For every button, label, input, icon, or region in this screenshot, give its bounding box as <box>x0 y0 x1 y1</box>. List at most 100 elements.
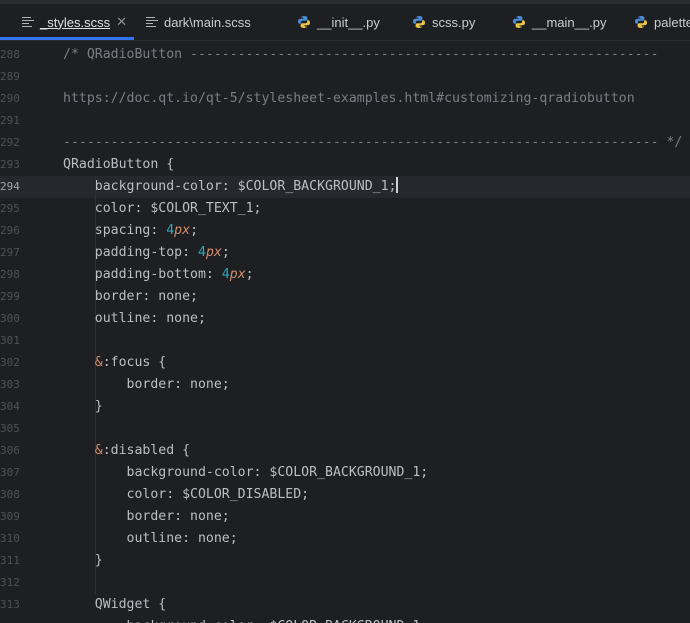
tab-label: scss.py <box>432 14 476 30</box>
python-file-icon <box>412 15 426 29</box>
code-line: &:disabled { <box>63 440 190 462</box>
tab-label: palette. <box>654 14 690 30</box>
code-token: ----------------------------------------… <box>63 135 683 150</box>
code-line: https://doc.qt.io/qt-5/stylesheet-exampl… <box>63 88 635 110</box>
tab-dark-main-scss[interactable]: dark\main.scss <box>134 4 264 40</box>
code-token: & <box>94 443 103 458</box>
code-line: border: none; <box>63 506 230 528</box>
line-number: 309 <box>0 510 20 523</box>
line-number: 305 <box>0 422 20 435</box>
code-token: outline: none; <box>63 531 238 546</box>
line-number: 311 <box>0 554 20 567</box>
code-token: } <box>63 399 103 414</box>
text-caret <box>396 177 398 193</box>
line-number: 313 <box>0 598 20 611</box>
code-token: border: none; <box>63 377 230 392</box>
ide-window: { "tabs": [ {"label": "_styles.scss", "i… <box>0 0 690 623</box>
code-editor[interactable]: 288 289 290 291 292 293 294 295 296 297 298 299 300 3… <box>0 41 690 623</box>
code-token: ; <box>245 267 254 282</box>
code-line-partial: background-color: $COLOR_BACKGROUND_1; <box>63 616 429 623</box>
python-file-icon <box>512 15 526 29</box>
code-token: outline: none; <box>63 311 206 326</box>
line-number: 296 <box>0 224 20 237</box>
code-token: padding-top: <box>63 245 198 260</box>
line-number: 306 <box>0 444 20 457</box>
scss-file-icon <box>146 16 158 28</box>
tab-label: __main__.py <box>532 14 607 30</box>
code-token: 4 <box>197 245 206 260</box>
code-line: } <box>63 550 103 572</box>
code-token: QWidget { <box>63 597 167 612</box>
code-token: } <box>63 553 103 568</box>
line-number: 294 <box>0 180 20 193</box>
code-token: color: $COLOR_DISABLED; <box>63 487 310 502</box>
line-number: 310 <box>0 532 20 545</box>
python-file-icon <box>297 15 311 29</box>
code-line: ----------------------------------------… <box>63 132 682 154</box>
line-number: 298 <box>0 268 20 281</box>
code-line: padding-top: 4px; <box>63 242 230 264</box>
line-number: 304 <box>0 400 20 413</box>
code-token: ; <box>221 245 230 260</box>
line-number: 307 <box>0 466 20 479</box>
code-token: https://doc.qt.io/qt-5/stylesheet-exampl… <box>63 91 635 106</box>
code-line: QRadioButton { <box>63 154 174 176</box>
line-number: 308 <box>0 488 20 501</box>
code-line: QWidget { <box>63 594 166 616</box>
code-token: /* QRadioButton ------------------------… <box>63 47 659 62</box>
line-number: 295 <box>0 202 20 215</box>
code-line: &:focus { <box>63 352 166 374</box>
code-token: background-color: $COLOR_BACKGROUND_1; <box>63 465 429 480</box>
code-token: 4 <box>221 267 230 282</box>
line-number: 300 <box>0 312 20 325</box>
code-line: background-color: $COLOR_BACKGROUND_1; <box>63 462 429 484</box>
code-token: :disabled { <box>102 443 191 458</box>
tab-init-py[interactable]: __init__.py <box>285 4 395 40</box>
line-number: 293 <box>0 158 20 171</box>
code-line: border: none; <box>63 286 198 308</box>
tab-scss-py[interactable]: scss.py <box>400 4 495 40</box>
line-number: 301 <box>0 334 20 347</box>
code-line: /* QRadioButton ------------------------… <box>63 44 658 66</box>
editor-tab-bar: _styles.scss ✕ dark\main.scss __init__.py sc… <box>0 0 690 41</box>
line-number: 288 <box>0 48 20 61</box>
tab-styles-scss[interactable]: _styles.scss ✕ <box>0 4 134 40</box>
code-line: outline: none; <box>63 528 238 550</box>
code-line: color: $COLOR_TEXT_1; <box>63 198 262 220</box>
code-line: } <box>63 396 103 418</box>
python-file-icon <box>634 15 648 29</box>
tab-label: dark\main.scss <box>164 14 251 30</box>
line-number: 290 <box>0 92 20 105</box>
line-number: 299 <box>0 290 20 303</box>
code-line: outline: none; <box>63 308 206 330</box>
code-token: color: $COLOR_TEXT_1; <box>63 201 262 216</box>
code-token: :focus { <box>102 355 167 370</box>
line-number: 291 <box>0 114 20 127</box>
code-token: px <box>174 223 191 238</box>
tab-label: __init__.py <box>317 14 380 30</box>
code-token: QRadioButton { <box>63 157 175 172</box>
tab-label: _styles.scss <box>40 14 111 30</box>
close-icon[interactable]: ✕ <box>116 14 127 30</box>
tab-palette[interactable]: palette. <box>622 4 690 40</box>
line-number: 289 <box>0 70 20 83</box>
code-token: px <box>205 245 222 260</box>
line-number: 292 <box>0 136 20 149</box>
line-number: 302 <box>0 356 20 369</box>
code-token: background-color: $COLOR_BACKGROUND_1; <box>63 179 397 194</box>
scss-file-icon <box>22 16 34 28</box>
code-line: border: none; <box>63 374 230 396</box>
line-number: 303 <box>0 378 20 391</box>
line-number: 312 <box>0 576 20 589</box>
code-line: color: $COLOR_DISABLED; <box>63 484 310 506</box>
code-token: border: none; <box>63 509 230 524</box>
code-line: background-color: $COLOR_BACKGROUND_1; <box>63 176 398 198</box>
tab-main-py[interactable]: __main__.py <box>500 4 615 40</box>
code-token: 4 <box>166 223 175 238</box>
code-token: padding-bottom: <box>63 267 222 282</box>
code-token: & <box>94 355 103 370</box>
code-token: spacing: <box>63 223 167 238</box>
code-token: border: none; <box>63 289 198 304</box>
